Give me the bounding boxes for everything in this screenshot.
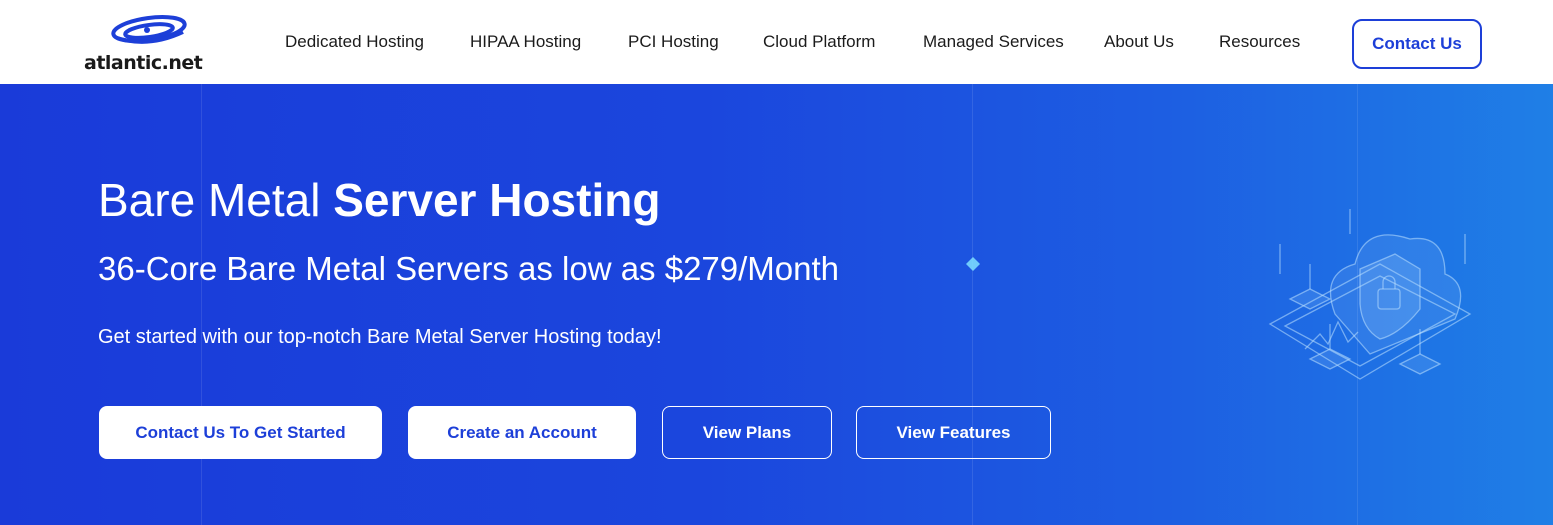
cloud-security-lock-icon: [1268, 209, 1472, 380]
hero-description: Get started with our top-notch Bare Meta…: [98, 326, 662, 348]
atlantic-swirl-logo-icon: [111, 15, 187, 44]
page-title: Bare Metal Server Hosting: [98, 172, 660, 228]
nav-cloud-platform[interactable]: Cloud Platform: [763, 30, 875, 54]
top-navbar: atlantic.net Dedicated Hosting HIPAA Hos…: [0, 0, 1553, 84]
title-bold-part: Server Hosting: [333, 174, 661, 226]
logo-wordmark: atlantic.net: [84, 52, 203, 74]
hero-subtitle: 36-Core Bare Metal Servers as low as $27…: [98, 250, 840, 287]
nav-resources[interactable]: Resources: [1219, 30, 1300, 54]
contact-us-get-started-button[interactable]: Contact Us To Get Started: [99, 406, 382, 459]
nav-hipaa-hosting[interactable]: HIPAA Hosting: [470, 30, 581, 54]
view-features-button[interactable]: View Features: [856, 406, 1051, 459]
nav-dedicated-hosting[interactable]: Dedicated Hosting: [285, 30, 424, 54]
nav-about-us[interactable]: About Us: [1104, 30, 1174, 54]
view-plans-button[interactable]: View Plans: [662, 406, 832, 459]
nav-managed-services[interactable]: Managed Services: [923, 30, 1064, 54]
contact-us-button[interactable]: Contact Us: [1352, 19, 1482, 69]
hero-banner: Bare Metal Server Hosting 36-Core Bare M…: [0, 84, 1553, 525]
diamond-sparkle-icon: [966, 257, 980, 271]
atlantic-net-logo[interactable]: atlantic.net: [84, 14, 214, 74]
title-light-part: Bare Metal: [98, 174, 334, 226]
create-account-button[interactable]: Create an Account: [408, 406, 636, 459]
nav-pci-hosting[interactable]: PCI Hosting: [628, 30, 719, 54]
